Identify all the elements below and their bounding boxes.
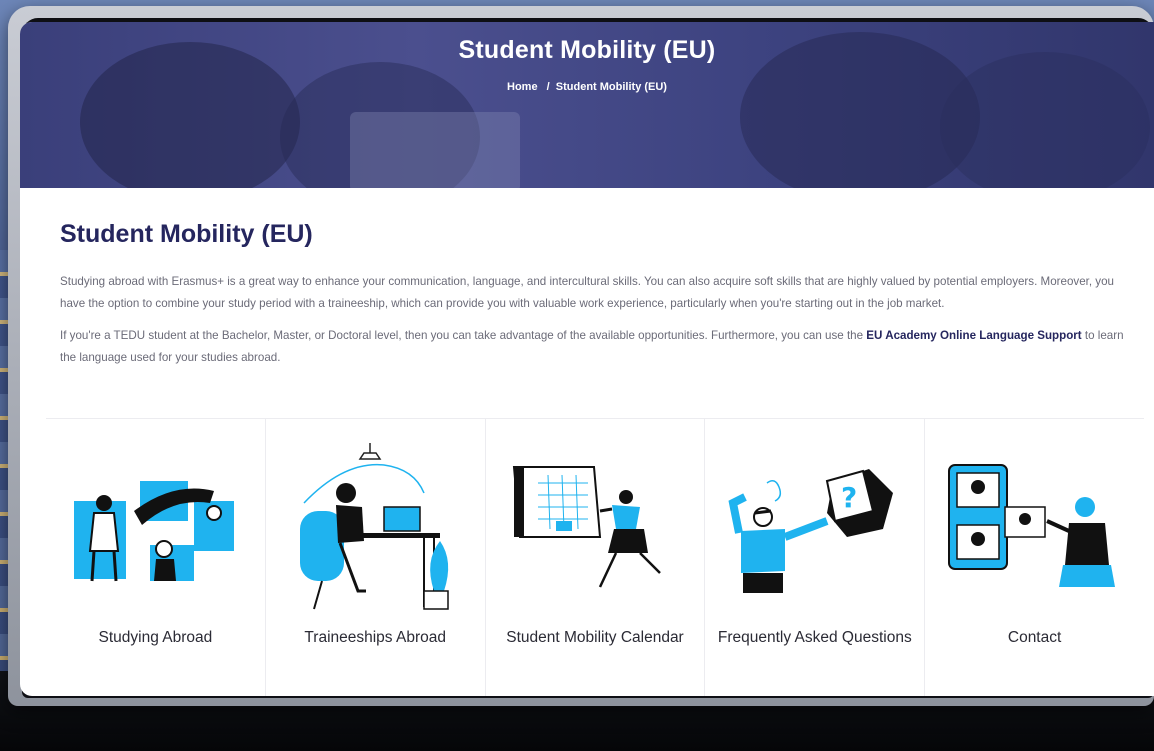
breadcrumb-current: Student Mobility (EU): [555, 81, 667, 93]
eu-academy-link[interactable]: EU Academy Online Language Support: [866, 329, 1081, 342]
browser-screen: Student Mobility (EU) Home / Student Mob…: [20, 22, 1154, 696]
eligibility-text: If you're a TEDU student at the Bachelor…: [60, 329, 867, 342]
remote-work-illustration: [299, 443, 449, 610]
card-student-mobility-calendar[interactable]: Student Mobility Calendar: [486, 419, 706, 696]
card-label: Contact: [1007, 629, 1062, 646]
breadcrumb: Home / Student Mobility (EU): [20, 81, 1154, 93]
card-label: Frequently Asked Questions: [717, 629, 912, 646]
main-content: Student Mobility (EU) Studying abroad wi…: [60, 220, 1130, 379]
intro-paragraph: Studying abroad with Erasmus+ is a great…: [60, 275, 1114, 310]
card-label: Traineeships Abroad: [304, 629, 446, 646]
card-frequently-asked-questions[interactable]: ? Frequently Asked Questions: [705, 419, 926, 696]
card-label: Student Mobility Calendar: [506, 629, 684, 646]
card-label: Studying Abroad: [98, 629, 213, 646]
card-studying-abroad[interactable]: Studying Abroad: [46, 419, 266, 696]
hero-banner: Student Mobility (EU) Home / Student Mob…: [20, 22, 1154, 188]
question-box-illustration: ?: [728, 469, 894, 593]
breadcrumb-home-link[interactable]: Home: [507, 81, 538, 93]
eligibility-paragraph: If you're a TEDU student at the Bachelor…: [60, 325, 1130, 368]
video-call-illustration: [948, 464, 1116, 587]
breadcrumb-separator: /: [546, 81, 550, 93]
hero-title: Student Mobility (EU): [458, 36, 716, 64]
group-collaboration-illustration: [74, 481, 234, 582]
card-contact[interactable]: Contact: [925, 419, 1144, 696]
card-row: Studying Abroad Traineeships Abroad Stud…: [46, 418, 1144, 696]
card-traineeships-abroad[interactable]: Traineeships Abroad: [266, 419, 486, 696]
page-title: Student Mobility (EU): [60, 220, 313, 248]
svg-text:?: ?: [841, 481, 857, 514]
calendar-illustration: [512, 466, 661, 588]
